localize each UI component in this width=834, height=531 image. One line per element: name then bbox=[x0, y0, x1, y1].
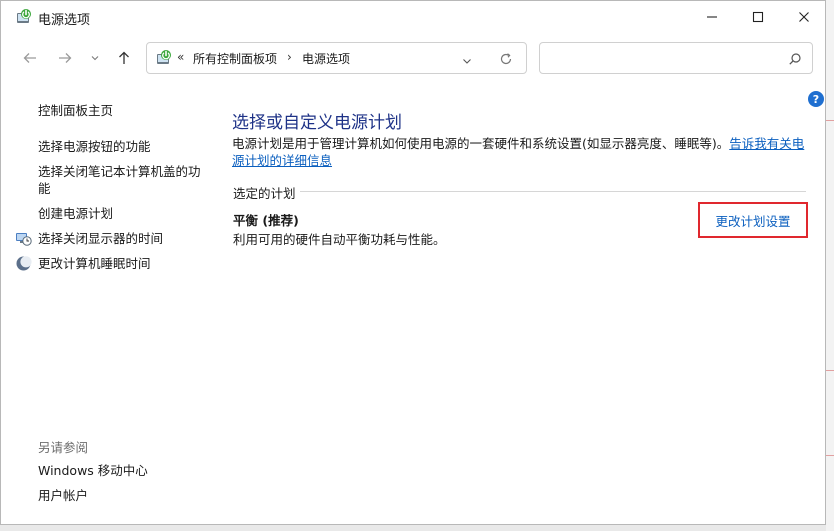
see-also-heading: 另请参阅 bbox=[38, 440, 89, 455]
page-description: 电源计划是用于管理计算机如何使用电源的一套硬件和系统设置(如显示器亮度、睡眠等)… bbox=[232, 135, 812, 169]
chevron-down-icon bbox=[463, 59, 471, 64]
forward-arrow-icon bbox=[59, 53, 72, 63]
chevron-down-icon bbox=[91, 56, 99, 61]
plan-description: 利用可用的硬件自动平衡功耗与性能。 bbox=[233, 232, 446, 247]
maximize-icon bbox=[752, 11, 764, 22]
window-title: 电源选项 bbox=[38, 13, 91, 28]
sidebar: 控制面板主页 选择电源按钮的功能 选择关闭笔记本计算机盖的功能 创建电源计划 选… bbox=[1, 82, 206, 522]
navigation-bar: « 所有控制面板项 › 电源选项 bbox=[1, 32, 825, 82]
background-window bbox=[826, 0, 834, 531]
highlight-box: 更改计划设置 bbox=[698, 202, 808, 238]
up-button[interactable] bbox=[112, 46, 136, 70]
moon-icon bbox=[15, 255, 32, 272]
sidebar-item-sleep-time[interactable]: 更改计算机睡眠时间 bbox=[38, 255, 151, 272]
monitor-clock-icon bbox=[15, 230, 32, 247]
sidebar-item-power-button-function[interactable]: 选择电源按钮的功能 bbox=[38, 138, 151, 155]
title-bar: 电源选项 bbox=[1, 1, 825, 32]
minimize-button[interactable] bbox=[689, 1, 735, 32]
change-plan-settings-link[interactable]: 更改计划设置 bbox=[715, 211, 790, 230]
power-options-icon bbox=[15, 8, 33, 26]
breadcrumb-separator[interactable]: › bbox=[287, 50, 292, 64]
help-icon[interactable]: ? bbox=[808, 91, 824, 107]
sidebar-item-windows-mobility-center[interactable]: Windows 移动中心 bbox=[38, 462, 148, 479]
plan-name: 平衡 (推荐) bbox=[233, 213, 299, 228]
address-history-dropdown[interactable] bbox=[461, 52, 473, 71]
close-button[interactable] bbox=[781, 1, 825, 32]
back-arrow-icon bbox=[23, 53, 36, 63]
sidebar-item-create-power-plan[interactable]: 创建电源计划 bbox=[38, 205, 113, 222]
maximize-button[interactable] bbox=[735, 1, 781, 32]
page-title: 选择或自定义电源计划 bbox=[232, 113, 402, 133]
sidebar-item-control-panel-home[interactable]: 控制面板主页 bbox=[38, 102, 113, 119]
breadcrumb-all-control-panel-items[interactable]: 所有控制面板项 bbox=[193, 50, 277, 67]
breadcrumb-overflow[interactable]: « bbox=[177, 50, 184, 64]
sidebar-item-user-accounts[interactable]: 用户帐户 bbox=[38, 487, 88, 504]
sidebar-item-lid-close-function[interactable]: 选择关闭笔记本计算机盖的功能 bbox=[38, 163, 203, 197]
close-icon bbox=[799, 11, 809, 22]
back-button[interactable] bbox=[18, 46, 42, 70]
selected-plan-label: 选定的计划 bbox=[233, 186, 296, 201]
search-input[interactable] bbox=[539, 42, 813, 74]
description-text: 电源计划是用于管理计算机如何使用电源的一套硬件和系统设置(如显示器亮度、睡眠等)… bbox=[232, 136, 730, 151]
background-divider bbox=[826, 120, 834, 121]
background-divider bbox=[826, 455, 834, 456]
power-options-window: 电源选项 « 所有控制面板项 › 电源选项 ? 控制面板主页 选择电源按钮的功能… bbox=[0, 0, 826, 525]
search-icon bbox=[788, 51, 802, 70]
power-options-icon bbox=[155, 49, 173, 67]
sidebar-item-display-off-time[interactable]: 选择关闭显示器的时间 bbox=[38, 230, 163, 247]
recent-locations-button[interactable] bbox=[85, 46, 105, 70]
section-divider bbox=[300, 191, 806, 192]
forward-button[interactable] bbox=[53, 46, 77, 70]
refresh-icon bbox=[500, 53, 512, 65]
minimize-icon bbox=[707, 15, 717, 18]
background-divider bbox=[826, 370, 834, 371]
refresh-button[interactable] bbox=[499, 51, 513, 70]
up-arrow-icon bbox=[119, 51, 129, 64]
breadcrumb-power-options[interactable]: 电源选项 bbox=[302, 50, 350, 67]
address-bar[interactable]: « 所有控制面板项 › 电源选项 bbox=[146, 42, 527, 74]
